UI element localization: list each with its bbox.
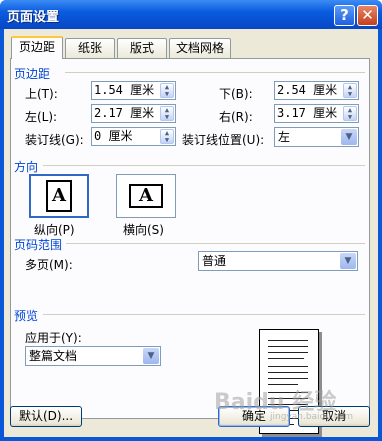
top-margin-value: 1.54 厘米 [94,83,155,97]
gutter-value: 0 厘米 [94,129,133,143]
bottom-margin-value: 2.54 厘米 [277,83,338,97]
multiple-pages-select[interactable]: 普通 ▼ [198,251,358,271]
right-margin-label: 右(R): [219,110,253,124]
multiple-pages-label: 多页(M): [25,258,73,272]
gutter-position-value: 左 [278,130,291,144]
divider [43,314,365,315]
landscape-option[interactable]: A [116,174,176,218]
close-button[interactable]: ✕ [357,5,378,26]
title-bar: 页面设置 ? ✕ [0,0,382,29]
chevron-down-icon[interactable]: ▼ [143,348,159,364]
gutter-spinner[interactable]: 0 厘米 ▲ ▼ [91,127,176,146]
help-button[interactable]: ? [334,5,355,26]
apply-to-label: 应用于(Y): [25,331,82,345]
left-margin-spinner[interactable]: 2.17 厘米 ▲ ▼ [91,104,176,123]
apply-to-value: 整篇文档 [29,349,78,363]
right-margin-spinner[interactable]: 3.17 厘米 ▲ ▼ [274,104,359,123]
tab-paper[interactable]: 纸张 [65,38,115,58]
divider [65,72,365,73]
landscape-page-icon: A [129,184,163,208]
multiple-pages-value: 普通 [202,254,227,268]
dialog-title: 页面设置 [7,10,60,25]
landscape-label[interactable]: 横向(S) [123,221,164,238]
spin-arrows-icon[interactable]: ▲ ▼ [343,83,357,98]
tab-doc-grid[interactable]: 文档网格 [169,38,231,58]
dialog-body: 页边距 纸张 版式 文档网格 页边距 上(T): 1.54 厘米 ▲ ▼ 下(B):… [4,29,378,437]
spin-arrows-icon[interactable]: ▲ ▼ [160,106,174,121]
tab-margins[interactable]: 页边距 [11,36,63,59]
orientation-section-title: 方向 [14,160,39,174]
top-margin-spinner[interactable]: 1.54 厘米 ▲ ▼ [91,81,176,100]
preview-section-title: 预览 [14,309,39,323]
tab-layout[interactable]: 版式 [117,38,167,58]
portrait-page-icon: A [46,180,72,212]
page-setup-dialog: 页面设置 ? ✕ 页边距 纸张 版式 文档网格 页边距 上(T): 1.54 厘… [0,0,382,441]
left-margin-value: 2.17 厘米 [94,106,155,120]
gutter-position-label: 装订线位置(U): [182,133,265,147]
gutter-position-select[interactable]: 左 ▼ [274,127,359,147]
watermark-url: jingyan.baidu.com [270,412,354,422]
pages-section-title: 页码范围 [14,238,63,252]
left-margin-label: 左(L): [25,110,58,124]
right-margin-value: 3.17 厘米 [277,106,338,120]
divider [43,165,365,166]
spin-arrows-icon[interactable]: ▲ ▼ [160,129,174,144]
apply-to-select[interactable]: 整篇文档 ▼ [25,346,161,366]
bottom-margin-label: 下(B): [219,87,253,101]
default-button[interactable]: 默认(D)... [10,406,82,427]
chevron-down-icon[interactable]: ▼ [340,253,356,269]
top-margin-label: 上(T): [25,87,58,101]
divider [66,243,365,244]
gutter-label: 装订线(G): [25,133,84,147]
chevron-down-icon[interactable]: ▼ [341,129,357,145]
portrait-option[interactable]: A [29,174,89,218]
spin-arrows-icon[interactable]: ▲ ▼ [343,106,357,121]
spin-arrows-icon[interactable]: ▲ ▼ [160,83,174,98]
margins-section-title: 页边距 [14,67,51,81]
bottom-margin-spinner[interactable]: 2.54 厘米 ▲ ▼ [274,81,359,100]
